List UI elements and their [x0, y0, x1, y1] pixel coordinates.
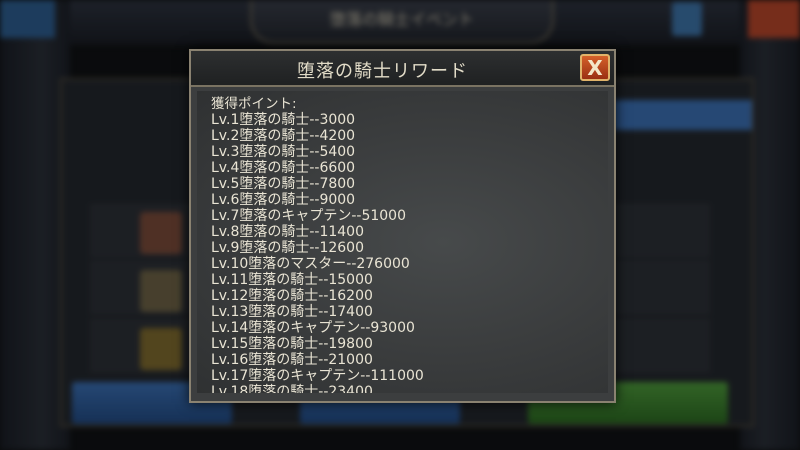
reward-list: 獲得ポイント: Lv.1堕落の騎士--3000 Lv.2堕落の騎士--4200 Lv…: [197, 91, 608, 393]
reward-entry: Lv.5堕落の騎士--7800: [211, 176, 356, 192]
reward-entry: Lv.7堕落のキャプテン--51000: [211, 208, 406, 224]
dialog-title-bar: 堕落の騎士リワード X: [191, 51, 614, 87]
reward-entry: Lv.2堕落の騎士--4200: [211, 128, 356, 144]
close-icon: X: [587, 55, 603, 80]
reward-entry: Lv.8堕落の騎士--11400: [211, 224, 364, 240]
reward-entry: Lv.15堕落の騎士--19800: [211, 336, 373, 352]
reward-dialog: 堕落の騎士リワード X 獲得ポイント: Lv.1堕落の騎士--3000 Lv.2堕…: [189, 49, 616, 403]
points-heading: 獲得ポイント:: [211, 96, 297, 112]
reward-entry: Lv.10堕落のマスター--276000: [211, 256, 410, 272]
reward-entry: Lv.4堕落の騎士--6600: [211, 160, 356, 176]
close-button[interactable]: X: [580, 54, 610, 81]
reward-entry: Lv.11堕落の騎士--15000: [211, 272, 373, 288]
dialog-title: 堕落の騎士リワード: [297, 61, 468, 82]
reward-entry: Lv.3堕落の騎士--5400: [211, 144, 356, 160]
reward-entry: Lv.1堕落の騎士--3000: [211, 112, 356, 128]
reward-entry: Lv.17堕落のキャプテン--111000: [211, 368, 424, 384]
reward-entry: Lv.6堕落の騎士--9000: [211, 192, 356, 208]
reward-entry: Lv.16堕落の騎士--21000: [211, 352, 373, 368]
reward-entry: Lv.14堕落のキャプテン--93000: [211, 320, 415, 336]
reward-list-area[interactable]: 獲得ポイント: Lv.1堕落の騎士--3000 Lv.2堕落の騎士--4200 Lv…: [197, 91, 608, 393]
reward-entry: Lv.12堕落の騎士--16200: [211, 288, 373, 304]
reward-entry: Lv.18堕落の騎士--23400: [211, 384, 373, 393]
reward-entry: Lv.13堕落の騎士--17400: [211, 304, 373, 320]
reward-entry: Lv.9堕落の騎士--12600: [211, 240, 364, 256]
